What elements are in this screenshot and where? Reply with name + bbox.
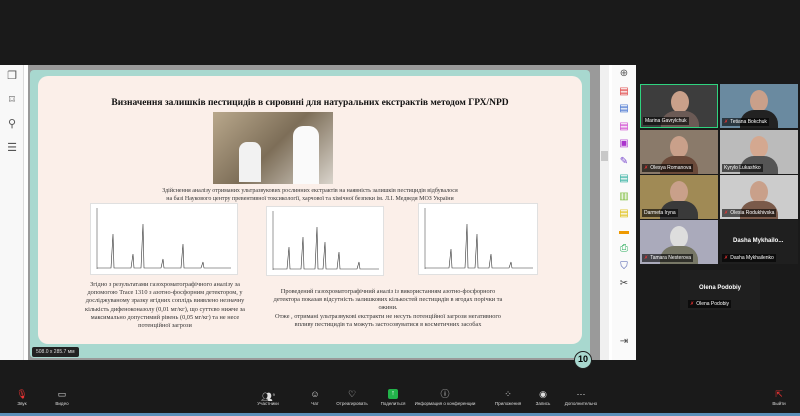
share-icon: ↑: [388, 389, 398, 399]
create-pdf-icon[interactable]: ▤: [612, 100, 636, 118]
participant-display-name: Olena Podobiy: [699, 285, 742, 291]
more-label: Дополнительно: [564, 401, 598, 406]
export-pdf-icon[interactable]: ▤: [612, 83, 636, 101]
leave-button[interactable]: ⇱ Выйти: [756, 388, 800, 406]
participant-name: Tetiana Bokchuk: [730, 119, 767, 125]
participant-name: Marina Gavrylchuk: [643, 117, 689, 125]
participant-name: Olena Podobiy: [696, 301, 730, 307]
participant-tile[interactable]: Marina Gavrylchuk: [640, 84, 718, 128]
expand-icon[interactable]: ⇥: [612, 333, 636, 351]
sign-icon[interactable]: ✎: [612, 153, 636, 171]
audio-label: Звук: [17, 401, 27, 406]
slide-page: Визначення залишків пестицидів в сировин…: [30, 70, 592, 369]
camera-icon: ▭: [57, 389, 67, 399]
more-button[interactable]: ⋯ Дополнительно: [558, 388, 604, 406]
share-label: Поделиться: [380, 401, 406, 406]
participant-tile[interactable]: ✗ Tetiana Bokchuk: [720, 84, 798, 128]
layers-icon[interactable]: ☰: [0, 141, 24, 161]
fill-icon[interactable]: ▤: [612, 205, 636, 223]
info-label: Информация о конференции: [414, 401, 476, 406]
chromatogram-trace: [425, 223, 533, 269]
participant-tile[interactable]: ✗ Olesia Rodukhivska: [720, 175, 798, 219]
page-size-label: 508.0 x 285.7 мм: [32, 347, 79, 357]
video-label: Видео: [55, 401, 69, 406]
participant-name: Kyrylo Lukashko: [722, 164, 763, 172]
page-number-badge: 10: [574, 351, 592, 369]
bookmark-icon[interactable]: ⌑: [0, 93, 24, 113]
participants-icon: 👥︎9: [261, 392, 275, 402]
caption-line: Здійснення аналізу отриманих ультразвуко…: [162, 188, 458, 194]
lab-photo: [213, 112, 333, 184]
mic-muted-icon: ✗: [724, 210, 729, 216]
participant-tile[interactable]: Darmeta Iryna: [640, 175, 718, 219]
attachment-icon[interactable]: ⚲: [0, 117, 24, 137]
pdf-viewer: ❐ ⌑ ⚲ ☰ Визначення залишків пестицидів в…: [0, 65, 636, 369]
participants-count: 9: [272, 392, 275, 397]
react-label: Отреагировать: [336, 401, 368, 406]
leave-icon: ⇱: [775, 389, 783, 399]
meeting-toolbar: 🎙︎ Звук ▭ Видео 👥︎9 Участники ☺ Чат ♡ Отреаги…: [0, 386, 800, 416]
mic-muted-icon: ✗: [724, 255, 729, 261]
meeting-info-button[interactable]: ⓘ Информация о конференции: [405, 388, 485, 406]
participant-name: Olesia Rodukhivska: [730, 210, 775, 216]
participant-name: Tamara Nesterova: [650, 255, 692, 261]
conclusion-line: Отже , отримані ультразвукові екстракти …: [275, 312, 501, 328]
more-tools-icon[interactable]: ✂: [612, 275, 636, 293]
slide-caption: Здійснення аналізу отриманих ультразвуко…: [38, 187, 582, 203]
participant-tile[interactable]: Olena Podobiy ✗ Olena Podobiy: [680, 270, 760, 310]
chat-label: Чат: [311, 401, 319, 406]
participant-name: Dasha Mykhailenko: [730, 255, 774, 261]
participants-button[interactable]: 👥︎9 Участники: [245, 388, 291, 406]
protect-icon[interactable]: ⛉: [612, 258, 636, 276]
participant-name: Darmeta Iryna: [642, 209, 678, 217]
right-conclusion: Проведений газохроматографічний аналіз і…: [268, 288, 508, 329]
participant-tile[interactable]: Kyrylo Lukashko: [720, 130, 798, 174]
info-icon: ⓘ: [440, 389, 450, 399]
mic-muted-icon: ✗: [690, 301, 695, 307]
mic-muted-icon: ✗: [644, 165, 649, 171]
chromatogram-1: [90, 203, 238, 275]
mic-muted-icon: ✗: [724, 119, 729, 125]
comment-icon[interactable]: ▬: [612, 223, 636, 241]
organize-icon[interactable]: ▤: [612, 118, 636, 136]
left-conclusion: Згідно з результатами газохроматографічн…: [85, 281, 245, 330]
caption-line: на базі Наукового центру превентивної то…: [166, 196, 454, 202]
pages-icon[interactable]: ❐: [0, 69, 24, 89]
slide-title: Визначення залишків пестицидів в сировин…: [111, 98, 509, 108]
participants-label: Участники: [257, 401, 279, 406]
right-toolbar: ⊕ ▤ ▤ ▤ ▣ ✎ ▤ ▥ ▤ ▬ ⎙ ⛉ ✂ ⇥: [612, 65, 636, 360]
print-icon[interactable]: ⎙: [612, 240, 636, 258]
chromatogram-3: [418, 203, 538, 275]
more-icon: ⋯: [576, 389, 586, 399]
apps-label: Приложения: [494, 401, 522, 406]
participant-display-name: Dasha Mykhailo...: [733, 238, 784, 244]
participant-tile[interactable]: ✗ Olesya Romanova: [640, 130, 718, 174]
vertical-scrollbar[interactable]: [600, 65, 609, 360]
scan-icon[interactable]: ▥: [612, 188, 636, 206]
chromatogram-trace: [273, 226, 379, 270]
participant-tile[interactable]: Dasha Mykhailo... ✗ Dasha Mykhailenko: [720, 220, 798, 264]
record-label: Запись: [535, 401, 551, 406]
chromatogram-2: [266, 206, 384, 276]
mic-muted-icon: ✗: [644, 255, 649, 261]
edit-icon[interactable]: ▤: [612, 170, 636, 188]
react-button[interactable]: ♡ Отреагировать: [329, 388, 375, 406]
conclusion-line: Проведений газохроматографічний аналіз і…: [273, 288, 503, 312]
zoom-icon[interactable]: ⊕: [612, 65, 636, 83]
heart-icon: ♡: [347, 389, 357, 399]
left-sidebar: ❐ ⌑ ⚲ ☰: [0, 65, 24, 360]
chromatogram-trace: [97, 223, 231, 269]
participant-name: Olesya Romanova: [650, 165, 692, 171]
leave-label: Выйти: [772, 401, 786, 406]
compress-icon[interactable]: ▣: [612, 135, 636, 153]
video-button[interactable]: ▭ Видео: [39, 388, 85, 406]
participant-tile[interactable]: ✗ Tamara Nesterova: [640, 220, 718, 264]
